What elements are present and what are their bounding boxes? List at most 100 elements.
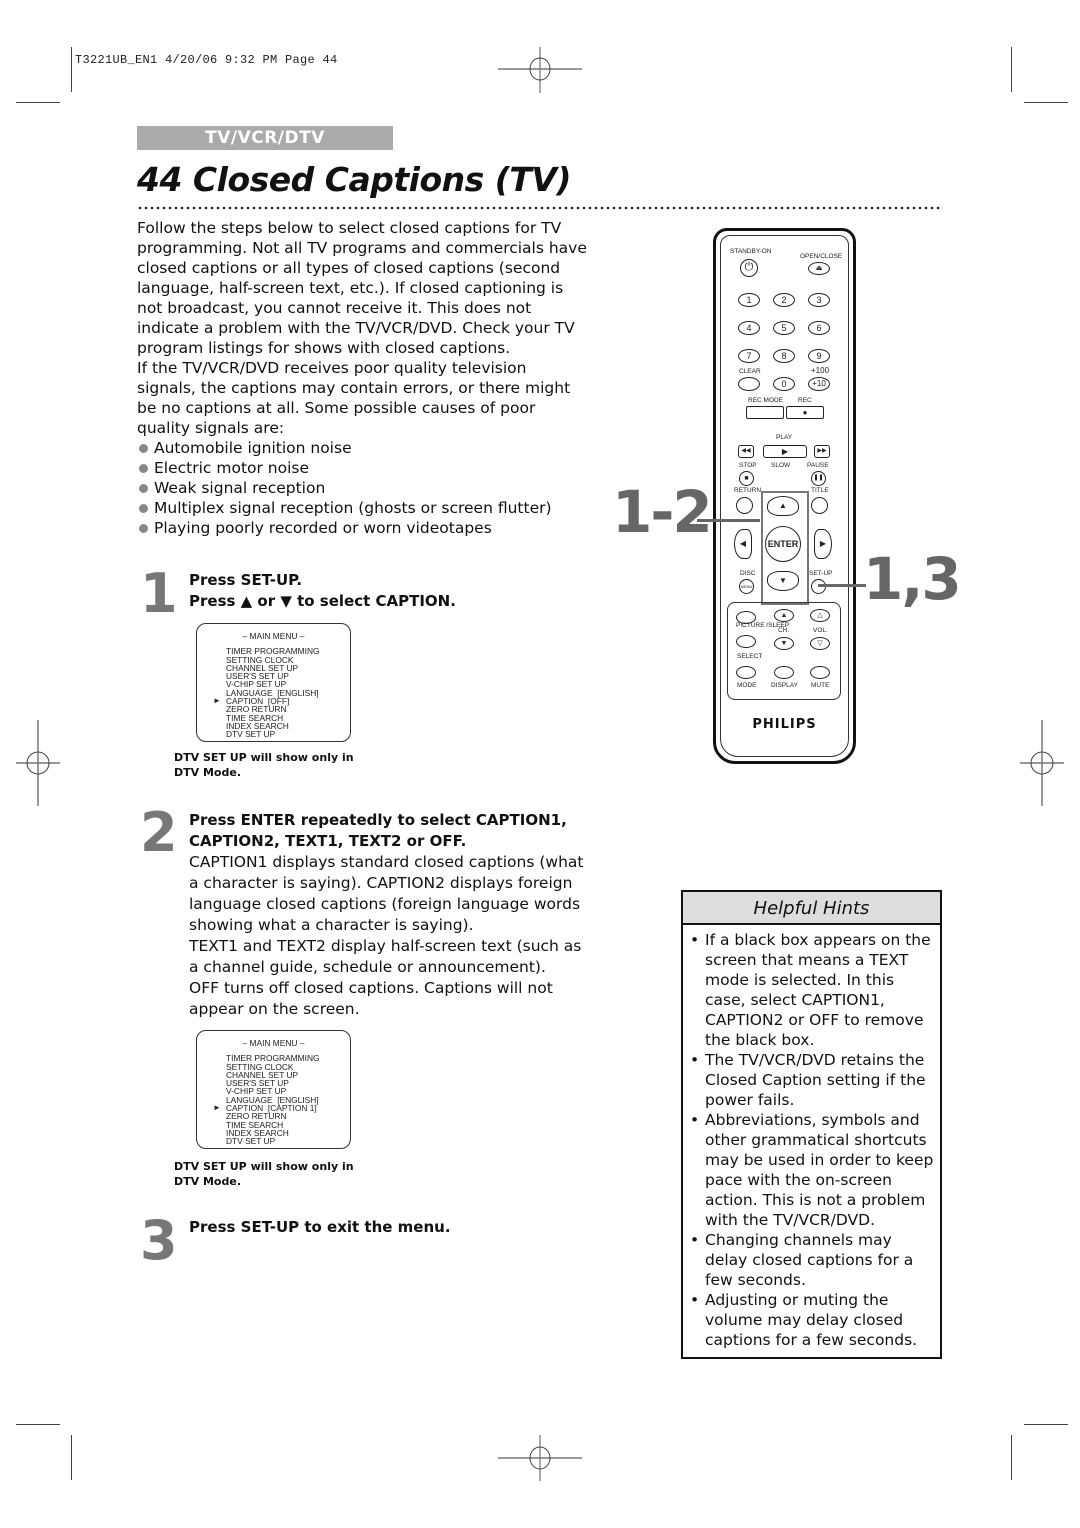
digit-button[interactable]: 2 bbox=[773, 293, 795, 307]
remote-label: VOL. bbox=[813, 627, 828, 634]
remote-label: +100 bbox=[811, 366, 830, 375]
hint-item: Adjusting or muting the volume may delay… bbox=[690, 1290, 934, 1350]
rec-mode-button[interactable] bbox=[746, 406, 784, 419]
pause-button[interactable]: ❚❚ bbox=[811, 471, 826, 486]
crop-mark bbox=[1011, 1435, 1012, 1480]
return-button[interactable] bbox=[736, 497, 753, 514]
intro-text: Follow the steps below to select closed … bbox=[137, 218, 587, 538]
arrow-up-icon: ▲ bbox=[780, 612, 788, 619]
remote-label: CLEAR bbox=[739, 368, 761, 375]
crop-mark bbox=[1011, 47, 1012, 92]
digit-button[interactable]: 4 bbox=[738, 321, 760, 335]
plus10-button[interactable]: +10 bbox=[808, 377, 830, 391]
note-line: DTV Mode. bbox=[174, 766, 241, 779]
list-item: Playing poorly recorded or worn videotap… bbox=[137, 518, 587, 538]
digit-button[interactable]: 5 bbox=[773, 321, 795, 335]
down-button[interactable]: ▼ bbox=[767, 571, 799, 591]
rewind-button[interactable]: ◀◀ bbox=[738, 445, 754, 458]
remote-label: STANDBY-ON bbox=[730, 248, 772, 255]
eject-icon: ⏏ bbox=[815, 265, 823, 272]
hint-item: If a black box appears on the screen tha… bbox=[690, 930, 934, 1050]
play-button[interactable]: ▶ bbox=[763, 445, 807, 458]
remote-control: STANDBY-ON OPEN/CLOSE ⏻ ⏏ 1 2 3 4 5 6 7 … bbox=[713, 228, 856, 764]
eject-button[interactable]: ⏏ bbox=[808, 262, 830, 275]
power-button[interactable]: ⏻ bbox=[740, 259, 758, 277]
mode-button[interactable] bbox=[736, 666, 756, 679]
disc-menu-button[interactable]: MENU bbox=[739, 579, 754, 594]
remote-label: RETURN bbox=[734, 487, 762, 494]
remote-label: STOP bbox=[739, 462, 757, 469]
note-line: DTV SET UP will show only in bbox=[174, 1160, 354, 1173]
remote-label: SLOW bbox=[771, 462, 791, 469]
step-heading-line: Press ENTER repeatedly to select CAPTION… bbox=[189, 811, 567, 829]
page-title: 44 Closed Captions (TV) bbox=[137, 160, 571, 199]
stop-icon: ■ bbox=[744, 475, 749, 482]
enter-button[interactable]: ENTER bbox=[765, 526, 801, 562]
step-number: 2 bbox=[140, 801, 178, 864]
hint-item: The TV/VCR/DVD retains the Closed Captio… bbox=[690, 1050, 934, 1110]
hints-list: If a black box appears on the screen tha… bbox=[683, 925, 940, 1350]
hint-item: Abbreviations, symbols and other grammat… bbox=[690, 1110, 934, 1230]
list-item: Automobile ignition noise bbox=[137, 438, 587, 458]
remote-label: DISPLAY bbox=[771, 682, 798, 689]
arrow-down-outline-icon: ▽ bbox=[817, 640, 823, 647]
dotted-divider bbox=[137, 206, 943, 210]
step-heading-line: CAPTION2, TEXT1, TEXT2 or OFF. bbox=[189, 832, 467, 850]
clear-button[interactable] bbox=[738, 377, 760, 391]
digit-button[interactable]: 7 bbox=[738, 349, 760, 363]
left-button[interactable]: ◀ bbox=[734, 529, 752, 559]
dtv-note: DTV SET UP will show only in DTV Mode. bbox=[174, 1159, 354, 1189]
step-content: Press ENTER repeatedly to select CAPTION… bbox=[189, 810, 594, 1020]
step-number: 1 bbox=[140, 562, 178, 625]
remote-label: TITLE bbox=[811, 487, 829, 494]
fast-forward-button[interactable]: ▶▶ bbox=[814, 445, 830, 458]
hint-item: Changing channels may delay closed capti… bbox=[690, 1230, 934, 1290]
step-heading-line: Press ▲ or ▼ to select CAPTION. bbox=[189, 592, 456, 610]
remote-label: SET-UP bbox=[809, 570, 833, 577]
remote-label: REC MODE bbox=[748, 397, 784, 404]
display-button[interactable] bbox=[774, 666, 794, 679]
arrow-down-icon: ▼ bbox=[780, 640, 788, 647]
registration-mark-icon bbox=[1020, 720, 1064, 806]
callout-steps-1-3: 1,3 bbox=[863, 545, 962, 613]
osd-main-menu: – MAIN MENU – TIMER PROGRAMMING SETTING … bbox=[196, 623, 351, 742]
up-button[interactable]: ▲ bbox=[767, 496, 799, 516]
title-button[interactable] bbox=[811, 497, 828, 514]
arrow-right-icon: ▶ bbox=[819, 539, 827, 548]
stop-button[interactable]: ■ bbox=[739, 471, 754, 486]
volume-up-button[interactable]: △ bbox=[810, 609, 830, 622]
section-tab: TV/VCR/DTV bbox=[137, 126, 393, 150]
remote-label: DISC bbox=[740, 570, 756, 577]
list-item: Electric motor noise bbox=[137, 458, 587, 478]
crop-mark bbox=[16, 102, 60, 103]
remote-label: SELECT bbox=[737, 653, 763, 660]
remote-label: MUTE bbox=[811, 682, 830, 689]
select-button[interactable] bbox=[736, 635, 756, 648]
channel-down-button[interactable]: ▼ bbox=[774, 637, 794, 650]
volume-down-button[interactable]: ▽ bbox=[810, 637, 830, 650]
fast-forward-icon: ▶▶ bbox=[817, 448, 827, 454]
rec-button[interactable]: ● bbox=[786, 406, 824, 419]
digit-button[interactable]: 6 bbox=[808, 321, 830, 335]
channel-up-button[interactable]: ▲ bbox=[774, 609, 794, 622]
power-icon: ⏻ bbox=[744, 261, 754, 273]
digit-button[interactable]: 1 bbox=[738, 293, 760, 307]
print-slug: T3221UB_EN1 4/20/06 9:32 PM Page 44 bbox=[75, 53, 338, 67]
osd-main-menu: – MAIN MENU – TIMER PROGRAMMING SETTING … bbox=[196, 1030, 351, 1149]
right-button[interactable]: ▶ bbox=[814, 529, 832, 559]
remote-label: CH. bbox=[778, 627, 790, 634]
brand-logo: PHILIPS bbox=[752, 717, 817, 732]
crop-mark bbox=[16, 1424, 60, 1425]
registration-mark-icon bbox=[498, 1435, 582, 1481]
intro-paragraph: Follow the steps below to select closed … bbox=[137, 219, 587, 357]
remote-label: MODE bbox=[737, 682, 757, 689]
digit-button[interactable]: 8 bbox=[773, 349, 795, 363]
callout-line bbox=[697, 519, 760, 522]
digit-button[interactable]: 3 bbox=[808, 293, 830, 307]
crop-mark bbox=[71, 1435, 72, 1480]
digit-button[interactable]: 0 bbox=[773, 377, 795, 391]
mute-button[interactable] bbox=[810, 666, 830, 679]
osd-title: – MAIN MENU – bbox=[242, 1038, 305, 1048]
remote-label: PAUSE bbox=[807, 462, 829, 469]
digit-button[interactable]: 9 bbox=[808, 349, 830, 363]
